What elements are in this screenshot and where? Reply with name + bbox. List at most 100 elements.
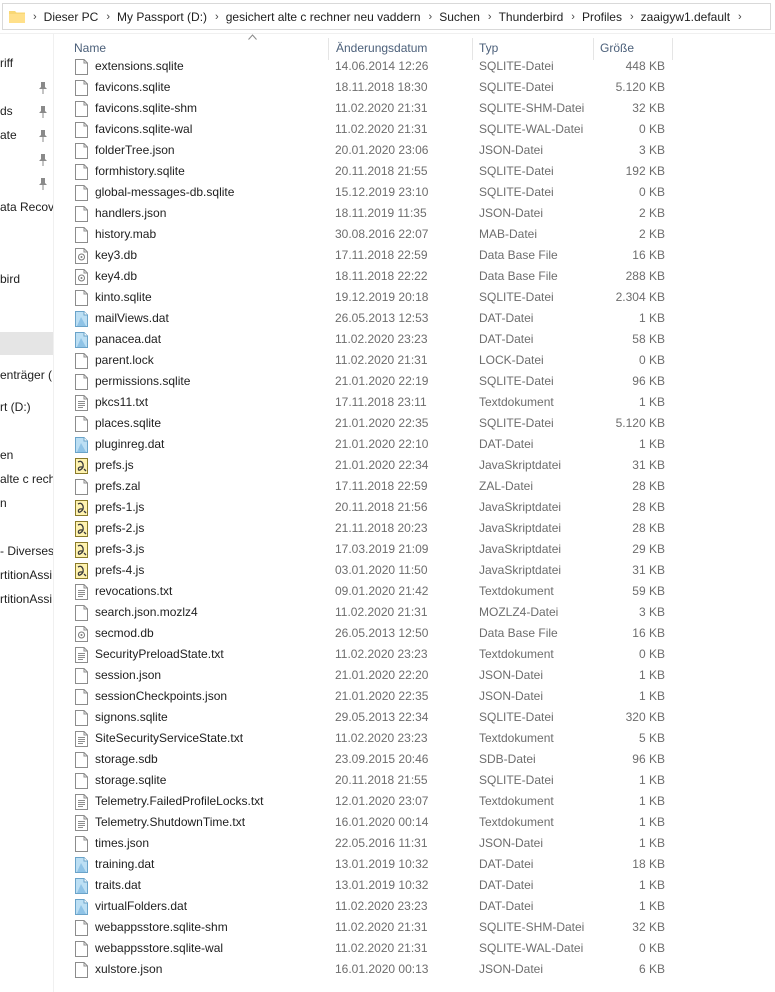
- file-row[interactable]: SecurityPreloadState.txt 11.02.2020 23:23…: [54, 644, 674, 665]
- file-row[interactable]: permissions.sqlite 21.01.2020 22:19 SQLITE…: [54, 371, 674, 392]
- generic-file-icon: [75, 773, 88, 789]
- file-type: SQLITE-Datei: [479, 59, 554, 73]
- chevron-right-icon[interactable]: ›: [106, 11, 110, 23]
- pin-icon[interactable]: [38, 106, 48, 118]
- file-row[interactable]: pluginreg.dat 21.01.2020 22:10 DAT-Datei 1 …: [54, 434, 674, 455]
- file-row[interactable]: favicons.sqlite 18.11.2018 18:30 SQLITE-Da…: [54, 77, 674, 98]
- sidebar-item[interactable]: - Diverses: [0, 540, 53, 562]
- chevron-right-icon[interactable]: ›: [488, 11, 492, 23]
- file-row[interactable]: mailViews.dat 26.05.2013 12:53 DAT-Datei 1 …: [54, 308, 674, 329]
- breadcrumb-item[interactable]: Dieser PC: [44, 10, 99, 24]
- file-row[interactable]: revocations.txt 09.01.2020 21:42 Textdokum…: [54, 581, 674, 602]
- file-row[interactable]: panacea.dat 11.02.2020 23:23 DAT-Datei 58 K…: [54, 329, 674, 350]
- breadcrumb-item[interactable]: Profiles: [582, 10, 622, 24]
- file-row[interactable]: virtualFolders.dat 11.02.2020 23:23 DAT-Da…: [54, 896, 674, 917]
- chevron-right-icon[interactable]: ›: [738, 11, 742, 23]
- file-row[interactable]: parent.lock 11.02.2020 21:31 LOCK-Datei 0 K…: [54, 350, 674, 371]
- script-file-icon: [75, 542, 88, 558]
- pin-icon[interactable]: [38, 130, 48, 142]
- file-name: webappsstore.sqlite-shm: [95, 920, 228, 934]
- file-row[interactable]: storage.sqlite 20.11.2018 21:55 SQLITE-Dat…: [54, 770, 674, 791]
- breadcrumb-item[interactable]: gesichert alte c rechner neu vaddern: [226, 10, 421, 24]
- file-row[interactable]: session.json 21.01.2020 22:20 JSON-Datei 1 …: [54, 665, 674, 686]
- breadcrumb-item[interactable]: Suchen: [439, 10, 480, 24]
- file-row[interactable]: xulstore.json 16.01.2020 00:13 JSON-Datei 6…: [54, 959, 674, 980]
- file-row[interactable]: webappsstore.sqlite-shm 11.02.2020 21:31 S…: [54, 917, 674, 938]
- chevron-right-icon[interactable]: ›: [429, 11, 433, 23]
- file-size: 1 KB: [638, 836, 665, 850]
- pin-icon[interactable]: [38, 154, 48, 166]
- file-row[interactable]: folderTree.json 20.01.2020 23:06 JSON-Date…: [54, 140, 674, 161]
- file-row[interactable]: sessionCheckpoints.json 21.01.2020 22:35 J…: [54, 686, 674, 707]
- file-name: handlers.json: [95, 206, 167, 220]
- file-row[interactable]: history.mab 30.08.2016 22:07 MAB-Datei 2 KB: [54, 224, 674, 245]
- file-row[interactable]: prefs.js 21.01.2020 22:34 JavaSkriptdatei 3…: [54, 455, 674, 476]
- file-name: training.dat: [95, 857, 155, 871]
- sidebar-item[interactable]: rt (D:): [0, 396, 31, 418]
- file-row[interactable]: SiteSecurityServiceState.txt 11.02.2020 2…: [54, 728, 674, 749]
- chevron-right-icon[interactable]: ›: [571, 11, 575, 23]
- breadcrumb-item[interactable]: My Passport (D:): [117, 10, 207, 24]
- file-row[interactable]: favicons.sqlite-wal 11.02.2020 21:31 SQLIT…: [54, 119, 674, 140]
- file-name: kinto.sqlite: [95, 290, 152, 304]
- file-row[interactable]: handlers.json 18.11.2019 11:35 JSON-Datei 2…: [54, 203, 674, 224]
- sidebar-item[interactable]: riff: [0, 52, 13, 74]
- file-row[interactable]: Telemetry.FailedProfileLocks.txt 12.01.20…: [54, 791, 674, 812]
- generic-file-icon: [75, 920, 88, 936]
- file-row[interactable]: places.sqlite 21.01.2020 22:35 SQLITE-Date…: [54, 413, 674, 434]
- file-row[interactable]: key3.db 17.11.2018 22:59 Data Base File 16 …: [54, 245, 674, 266]
- file-row[interactable]: prefs-4.js 03.01.2020 11:50 JavaSkriptdate…: [54, 560, 674, 581]
- pin-icon[interactable]: [38, 82, 48, 94]
- sidebar-item[interactable]: en: [0, 444, 13, 466]
- file-date: 21.01.2020 22:34: [335, 458, 429, 472]
- pin-icon[interactable]: [38, 178, 48, 190]
- sidebar-item[interactable]: bird: [0, 268, 20, 290]
- file-size: 28 KB: [632, 500, 665, 514]
- sidebar-item[interactable]: ate: [0, 124, 17, 146]
- file-row[interactable]: signons.sqlite 29.05.2013 22:34 SQLITE-Dat…: [54, 707, 674, 728]
- file-type: JSON-Datei: [479, 689, 544, 703]
- file-row[interactable]: storage.sdb 23.09.2015 20:46 SDB-Datei 96 K…: [54, 749, 674, 770]
- file-row[interactable]: times.json 22.05.2016 11:31 JSON-Datei 1 KB: [54, 833, 674, 854]
- file-row[interactable]: training.dat 13.01.2019 10:32 DAT-Datei 18 …: [54, 854, 674, 875]
- sidebar-item[interactable]: rtitionAssi: [0, 564, 52, 586]
- generic-file-icon: [75, 227, 88, 243]
- file-row[interactable]: key4.db 18.11.2018 22:22 Data Base File 288…: [54, 266, 674, 287]
- database-file-icon: [75, 269, 88, 285]
- breadcrumb-item[interactable]: Thunderbird: [499, 10, 564, 24]
- sidebar-item[interactable]: ata Recove: [0, 196, 53, 218]
- file-name: parent.lock: [95, 353, 154, 367]
- file-row[interactable]: secmod.db 26.05.2013 12:50 Data Base File 1…: [54, 623, 674, 644]
- file-date: 17.11.2018 23:11: [335, 395, 427, 409]
- file-row[interactable]: webappsstore.sqlite-wal 11.02.2020 21:31 S…: [54, 938, 674, 959]
- chevron-right-icon[interactable]: ›: [215, 11, 219, 23]
- file-row[interactable]: prefs-3.js 17.03.2019 21:09 JavaSkriptdate…: [54, 539, 674, 560]
- file-row[interactable]: traits.dat 13.01.2019 10:32 DAT-Datei 1 KB: [54, 875, 674, 896]
- file-row[interactable]: favicons.sqlite-shm 11.02.2020 21:31 SQLIT…: [54, 98, 674, 119]
- sidebar-item[interactable]: alte c rech: [0, 468, 53, 490]
- breadcrumb-item[interactable]: zaaigyw1.default: [641, 10, 730, 24]
- file-row[interactable]: pkcs11.txt 17.11.2018 23:11 Textdokument 1 …: [54, 392, 674, 413]
- file-row[interactable]: kinto.sqlite 19.12.2019 20:18 SQLITE-Datei…: [54, 287, 674, 308]
- file-name: places.sqlite: [95, 416, 162, 430]
- file-row[interactable]: prefs-1.js 20.11.2018 21:56 JavaSkriptdate…: [54, 497, 674, 518]
- file-size: 28 KB: [632, 521, 665, 535]
- sidebar-item[interactable]: enträger (: [0, 364, 52, 386]
- breadcrumb[interactable]: › Dieser PC › My Passport (D:) › gesichert al…: [2, 3, 771, 30]
- chevron-right-icon[interactable]: ›: [33, 11, 37, 23]
- sidebar-item[interactable]: ds: [0, 100, 13, 122]
- script-file-icon: [75, 563, 88, 579]
- sidebar-item[interactable]: n: [0, 492, 7, 514]
- file-row[interactable]: formhistory.sqlite 20.11.2018 21:55 SQLITE…: [54, 161, 674, 182]
- file-date: 22.05.2016 11:31: [335, 836, 428, 850]
- chevron-right-icon[interactable]: ›: [630, 11, 634, 23]
- file-row[interactable]: Telemetry.ShutdownTime.txt 16.01.2020 00:…: [54, 812, 674, 833]
- file-row[interactable]: extensions.sqlite 14.06.2014 12:26 SQLITE-…: [54, 56, 674, 77]
- file-row[interactable]: prefs.zal 17.11.2018 22:59 ZAL-Datei 28 KB: [54, 476, 674, 497]
- sidebar-item[interactable]: rtitionAssi: [0, 588, 52, 610]
- file-size: 288 KB: [625, 269, 665, 283]
- file-row[interactable]: global-messages-db.sqlite 15.12.2019 23:1…: [54, 182, 674, 203]
- file-row[interactable]: prefs-2.js 21.11.2018 20:23 JavaSkriptdate…: [54, 518, 674, 539]
- file-row[interactable]: search.json.mozlz4 11.02.2020 21:31 MOZLZ4…: [54, 602, 674, 623]
- generic-file-icon: [75, 710, 88, 726]
